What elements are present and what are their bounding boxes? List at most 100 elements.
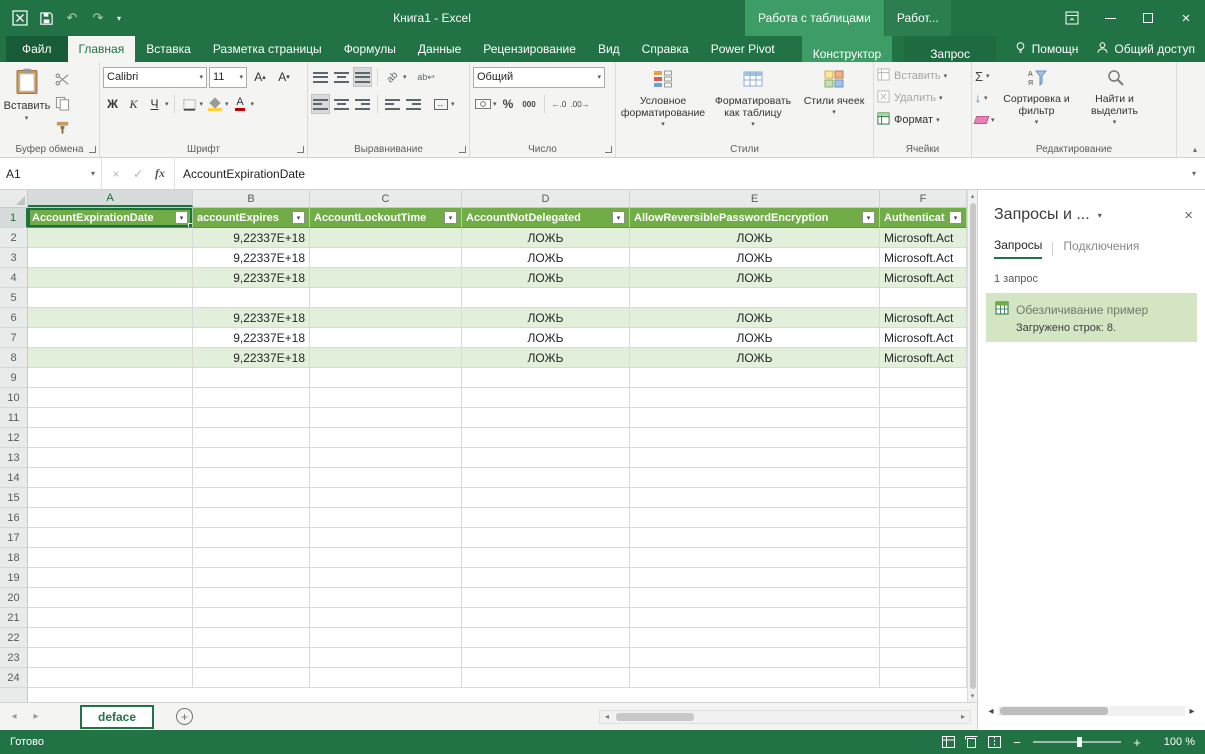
cell-F12[interactable] [880,428,967,448]
cell-E19[interactable] [630,568,880,588]
column-header-B[interactable]: B [193,190,310,207]
find-select-button[interactable]: Найти и выделить ▾ [1079,65,1151,126]
column-header-D[interactable]: D [462,190,630,207]
dialog-launcher-icon[interactable] [89,146,96,153]
delete-cells-button[interactable]: Удалить ▾ [877,87,943,109]
cell-B23[interactable] [193,648,310,668]
cell-D16[interactable] [462,508,630,528]
decrease-decimal-button[interactable]: .00→ [571,94,590,114]
cell-E4[interactable]: ЛОЖЬ [630,268,880,288]
scrollbar-thumb[interactable] [1000,707,1108,715]
filter-button-E[interactable]: ▾ [862,211,875,224]
row-header-23[interactable]: 23 [0,648,28,668]
column-header-F[interactable]: F [880,190,967,207]
cell-B8[interactable]: 9,22337E+18 [193,348,310,368]
cell-F22[interactable] [880,628,967,648]
select-all-button[interactable] [0,190,28,207]
cell-D22[interactable] [462,628,630,648]
cell-C21[interactable] [310,608,462,628]
tab-connections[interactable]: Подключения [1063,239,1139,258]
cell-D2[interactable]: ЛОЖЬ [462,228,630,248]
cell-E2[interactable]: ЛОЖЬ [630,228,880,248]
scroll-left-icon[interactable]: ◂ [984,706,998,717]
cell-E21[interactable] [630,608,880,628]
cell-D20[interactable] [462,588,630,608]
cell-F2[interactable]: Microsoft.Act [880,228,967,248]
cell-A2[interactable] [28,228,193,248]
cell-C19[interactable] [310,568,462,588]
zoom-in-button[interactable]: + [1131,735,1143,750]
cell-C7[interactable] [310,328,462,348]
cell-C3[interactable] [310,248,462,268]
sheet-nav-left-icon[interactable]: ◂ [6,711,22,722]
cell-E10[interactable] [630,388,880,408]
cell-B19[interactable] [193,568,310,588]
underline-button[interactable]: Ч [145,94,164,114]
row-header-5[interactable]: 5 [0,288,28,308]
scrollbar-track[interactable] [998,706,1185,716]
cell-B11[interactable] [193,408,310,428]
filter-button-F[interactable]: ▾ [949,211,962,224]
cell-E11[interactable] [630,408,880,428]
ribbon-tab-help[interactable]: Справка [631,36,700,62]
cell-E13[interactable] [630,448,880,468]
ribbon-tab-file[interactable]: Файл [6,36,68,62]
align-bottom-button[interactable] [353,67,372,87]
insert-function-button[interactable]: fx [150,163,170,185]
cell-F19[interactable] [880,568,967,588]
cell-C5[interactable] [310,288,462,308]
scrollbar-thumb[interactable] [616,713,694,721]
cell-B20[interactable] [193,588,310,608]
ribbon-tab-view[interactable]: Вид [587,36,631,62]
cell-E1[interactable]: AllowReversiblePasswordEncryption▾ [630,208,880,228]
cell-C24[interactable] [310,668,462,688]
cell-F9[interactable] [880,368,967,388]
vertical-scrollbar[interactable]: ▴ ▾ [967,190,977,702]
cell-D4[interactable]: ЛОЖЬ [462,268,630,288]
row-header-21[interactable]: 21 [0,608,28,628]
cell-F11[interactable] [880,408,967,428]
zoom-slider[interactable] [1033,741,1121,743]
fill-color-button[interactable] [205,94,224,114]
cell-D5[interactable] [462,288,630,308]
cell-A11[interactable] [28,408,193,428]
cell-F6[interactable]: Microsoft.Act [880,308,967,328]
cell-F4[interactable]: Microsoft.Act [880,268,967,288]
cell-B3[interactable]: 9,22337E+18 [193,248,310,268]
cell-D11[interactable] [462,408,630,428]
cell-C13[interactable] [310,448,462,468]
page-break-view-button[interactable] [988,736,1001,748]
align-right-button[interactable] [353,94,372,114]
cell-A4[interactable] [28,268,193,288]
row-header-9[interactable]: 9 [0,368,28,388]
cell-D18[interactable] [462,548,630,568]
format-painter-button[interactable] [53,117,72,137]
font-size-select[interactable]: 11▾ [209,67,247,88]
row-header-6[interactable]: 6 [0,308,28,328]
dialog-launcher-icon[interactable] [297,146,304,153]
cell-A22[interactable] [28,628,193,648]
share-button[interactable]: Общий доступ [1096,41,1195,57]
cell-C6[interactable] [310,308,462,328]
percent-style-button[interactable]: % [499,94,518,114]
cell-C16[interactable] [310,508,462,528]
cell-D21[interactable] [462,608,630,628]
cell-D8[interactable]: ЛОЖЬ [462,348,630,368]
cell-B4[interactable]: 9,22337E+18 [193,268,310,288]
cell-F20[interactable] [880,588,967,608]
paste-button[interactable]: Вставить ▾ [3,65,51,122]
increase-font-size-button[interactable]: А▴ [249,67,271,87]
cell-C2[interactable] [310,228,462,248]
row-header-1[interactable]: 1 [0,208,28,228]
cell-D19[interactable] [462,568,630,588]
orientation-button[interactable]: ab [383,67,402,87]
cell-A23[interactable] [28,648,193,668]
redo-button[interactable]: ↷ [86,4,110,32]
cell-A12[interactable] [28,428,193,448]
autosum-button[interactable]: Σ▾ [975,65,995,87]
cell-C22[interactable] [310,628,462,648]
cell-E23[interactable] [630,648,880,668]
row-header-12[interactable]: 12 [0,428,28,448]
cell-E9[interactable] [630,368,880,388]
cell-E18[interactable] [630,548,880,568]
